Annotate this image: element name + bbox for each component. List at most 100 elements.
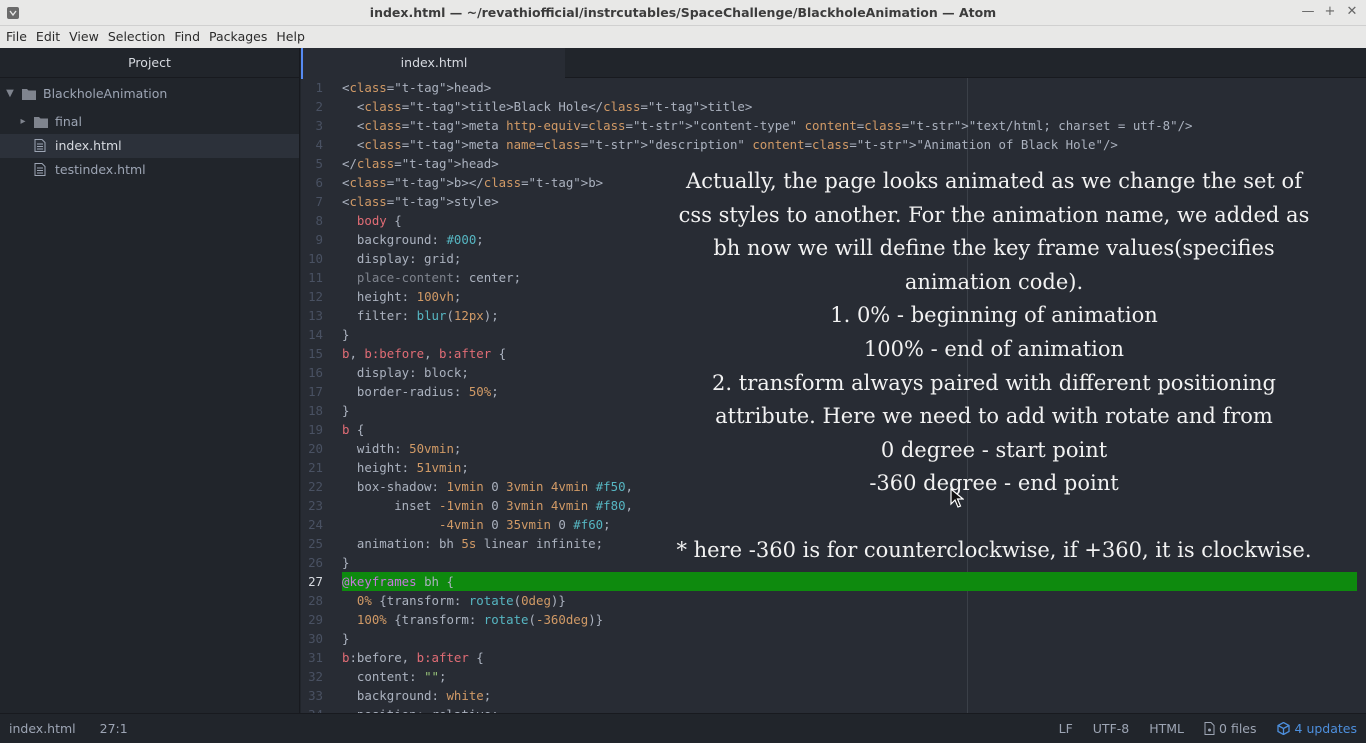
status-git-files[interactable]: 0 files <box>1204 721 1257 736</box>
mouse-pointer-icon <box>950 488 964 508</box>
minimize-icon[interactable]: — <box>1300 3 1316 21</box>
status-bar: index.html 27:1 LF UTF-8 HTML 0 files 4 … <box>0 713 1366 743</box>
tree-item-label: index.html <box>55 138 122 153</box>
line-number: 14 <box>308 327 323 342</box>
line-number: 15 <box>308 346 323 361</box>
line-number: 5 <box>315 156 323 171</box>
line-number: 27 <box>308 574 323 589</box>
code-line[interactable]: position: relative; <box>342 705 1357 713</box>
code-line[interactable]: <class="t-tag">meta name=class="t-str">"… <box>342 135 1357 154</box>
tab-index-html[interactable]: index.html <box>301 48 565 79</box>
code-line[interactable]: } <box>342 629 1357 648</box>
menu-edit[interactable]: Edit <box>32 26 64 48</box>
line-number: 8 <box>315 213 323 228</box>
tree-header[interactable]: Project <box>0 48 299 78</box>
line-number: 19 <box>308 422 323 437</box>
menu-find[interactable]: Find <box>170 26 204 48</box>
line-number: 26 <box>308 555 323 570</box>
line-number: 11 <box>308 270 323 285</box>
status-updates-label: 4 updates <box>1294 721 1357 736</box>
chevron-right-icon: ▸ <box>20 116 26 127</box>
status-package-updates[interactable]: 4 updates <box>1276 721 1357 736</box>
menu-selection[interactable]: Selection <box>104 26 170 48</box>
line-number: 33 <box>308 688 323 703</box>
line-number: 29 <box>308 612 323 627</box>
menu-view[interactable]: View <box>65 26 103 48</box>
line-number: 3 <box>315 118 323 133</box>
line-number: 9 <box>315 232 323 247</box>
package-updates-icon <box>1276 722 1290 735</box>
tab-bar: index.html <box>301 48 1366 79</box>
status-cursor-position[interactable]: 27:1 <box>100 721 128 736</box>
tree-item-label: final <box>55 114 82 129</box>
tree-item-testindex-html[interactable]: testindex.html <box>0 158 299 182</box>
file-icon <box>34 163 46 176</box>
line-number: 17 <box>308 384 323 399</box>
menu-help[interactable]: Help <box>272 26 309 48</box>
line-number: 12 <box>308 289 323 304</box>
line-number: 34 <box>301 705 341 713</box>
line-number: 2 <box>315 99 323 114</box>
caption-line: 0 degree - start point <box>880 437 1108 462</box>
line-number: 31 <box>308 650 323 665</box>
code-line[interactable]: <class="t-tag">meta http-equiv=class="t-… <box>342 116 1357 135</box>
line-number: 25 <box>308 536 323 551</box>
tree-item-index-html[interactable]: index.html <box>0 134 299 158</box>
tree-item-label: testindex.html <box>55 162 146 177</box>
code-line[interactable]: content: ""; <box>342 667 1357 686</box>
status-line-ending[interactable]: LF <box>1059 721 1073 736</box>
line-number: 20 <box>308 441 323 456</box>
status-grammar[interactable]: HTML <box>1149 721 1184 736</box>
project-tree: Project ▼ BlackholeAnimation ▸ final ind… <box>0 48 300 713</box>
line-number-gutter: 1 2 3 4 5 6 7 8 9 10 11 12 13 14 15 16 17 18 19 20 21 22 23 24 2… <box>301 78 341 713</box>
code-line[interactable]: 0% {transform: rotate(0deg)} <box>342 591 1357 610</box>
line-number: 6 <box>315 175 323 190</box>
caption-overlay: Actually, the page looks animated as we … <box>666 165 1322 568</box>
caption-line: -360 degree - end point <box>869 471 1119 496</box>
chevron-down-icon: ▼ <box>6 88 14 99</box>
code-line[interactable]: 100% {transform: rotate(-360deg)} <box>342 610 1357 629</box>
line-number: 21 <box>308 460 323 475</box>
line-number: 32 <box>308 669 323 684</box>
folder-icon <box>22 89 36 100</box>
menu-packages[interactable]: Packages <box>205 26 271 48</box>
caption-note: * here -360 is for counterclockwise, if … <box>676 537 1312 562</box>
code-line[interactable]: b:before, b:after { <box>342 648 1357 667</box>
line-number: 23 <box>308 498 323 513</box>
title-bar: index.html — ~/revathiofficial/instrcuta… <box>0 0 1366 26</box>
caption-line: animation code). <box>904 269 1084 294</box>
caption-line: Actually, the page looks animated as we … <box>686 169 1302 193</box>
line-number: 30 <box>308 631 323 646</box>
line-number: 4 <box>315 137 323 152</box>
line-number: 24 <box>308 517 323 532</box>
caption-line: 100% - end of animation <box>863 336 1125 361</box>
line-number: 18 <box>308 403 323 418</box>
caption-line: 2. transform always paired with differen… <box>712 370 1276 395</box>
tree-root-folder[interactable]: ▼ BlackholeAnimation <box>0 82 299 106</box>
line-number: 13 <box>308 308 323 323</box>
caption-line: bh now we will define the key frame valu… <box>713 236 1275 261</box>
menu-file[interactable]: File <box>2 26 31 48</box>
line-number: 16 <box>308 365 323 380</box>
file-status-icon <box>1204 722 1215 735</box>
code-line[interactable]: background: white; <box>342 686 1357 705</box>
tree-root-label: BlackholeAnimation <box>43 86 168 101</box>
close-icon[interactable]: ✕ <box>1344 3 1360 21</box>
code-line[interactable]: <class="t-tag">head> <box>342 78 1357 97</box>
menu-bar: File Edit View Selection Find Packages H… <box>0 26 1366 48</box>
file-icon <box>34 139 46 152</box>
maximize-icon[interactable]: + <box>1322 3 1338 21</box>
line-number: 22 <box>308 479 323 494</box>
code-line[interactable]: <class="t-tag">title>Black Hole</class="… <box>342 97 1357 116</box>
status-files-label: 0 files <box>1219 721 1257 736</box>
code-line[interactable]: @keyframes bh { <box>342 572 1357 591</box>
caption-line: 1. 0% - beginning of animation <box>830 303 1158 328</box>
status-file-path[interactable]: index.html <box>9 721 76 736</box>
caption-line: attribute. Here we need to add with rota… <box>715 404 1273 429</box>
tree-item-final[interactable]: ▸ final <box>0 110 299 134</box>
line-number: 10 <box>308 251 323 266</box>
window-title: index.html — ~/revathiofficial/instrcuta… <box>369 5 997 20</box>
status-encoding[interactable]: UTF-8 <box>1093 721 1129 736</box>
line-number: 1 <box>315 80 323 95</box>
line-number: 7 <box>315 194 323 209</box>
